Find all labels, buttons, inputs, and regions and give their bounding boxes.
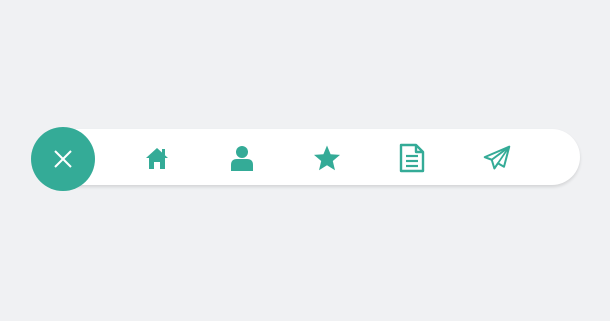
star-icon bbox=[314, 145, 340, 171]
floating-nav-bar bbox=[42, 129, 580, 185]
close-icon bbox=[54, 150, 72, 168]
home-icon bbox=[146, 148, 168, 169]
nav-item-favorites[interactable] bbox=[313, 144, 341, 172]
close-menu-button[interactable] bbox=[31, 127, 95, 191]
nav-item-home[interactable] bbox=[143, 144, 171, 172]
paper-plane-icon bbox=[483, 145, 511, 170]
nav-item-documents[interactable] bbox=[398, 143, 426, 173]
user-icon bbox=[231, 146, 253, 171]
nav-item-send[interactable] bbox=[483, 144, 511, 172]
document-icon bbox=[399, 143, 425, 173]
nav-item-profile[interactable] bbox=[228, 144, 256, 172]
